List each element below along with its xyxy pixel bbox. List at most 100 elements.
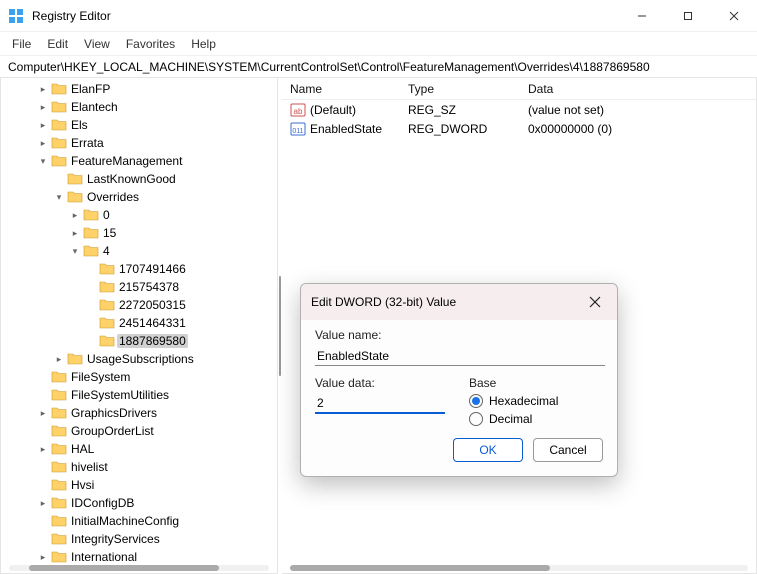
close-button[interactable] <box>711 0 757 32</box>
tree-item[interactable]: ▸0 <box>3 206 277 224</box>
tree-item-label: 0 <box>101 208 112 222</box>
chevron-down-icon[interactable]: ▾ <box>67 246 83 257</box>
tree-item[interactable]: ▾Overrides <box>3 188 277 206</box>
dialog-close-button[interactable] <box>583 290 607 314</box>
list-row[interactable]: ab(Default)REG_SZ(value not set) <box>282 100 756 119</box>
chevron-down-icon[interactable]: ▾ <box>51 192 67 203</box>
value-name-input[interactable] <box>315 346 605 366</box>
tree-item[interactable]: ▸ Elantech <box>3 98 277 116</box>
radio-hexadecimal[interactable]: Hexadecimal <box>469 394 603 408</box>
chevron-right-icon[interactable]: ▸ <box>35 138 51 149</box>
col-data[interactable]: Data <box>520 82 756 96</box>
folder-icon <box>51 513 67 529</box>
menu-favorites[interactable]: Favorites <box>118 35 183 53</box>
menu-view[interactable]: View <box>76 35 118 53</box>
tree-scrollbar-horizontal[interactable] <box>9 565 269 571</box>
tree-item-label: International <box>69 550 139 564</box>
value-name-label: Value name: <box>315 328 603 342</box>
tree-item[interactable]: ▸ IDConfigDB <box>3 494 277 512</box>
chevron-right-icon[interactable]: ▸ <box>35 84 51 95</box>
tree-item[interactable]: ▸ International <box>3 548 277 566</box>
tree-item-label: Errata <box>69 136 106 150</box>
tree-item[interactable]: ▸ Errata <box>3 134 277 152</box>
tree-item[interactable]: GroupOrderList <box>3 422 277 440</box>
tree-item-label: GroupOrderList <box>69 424 156 438</box>
chevron-right-icon[interactable]: ▸ <box>35 120 51 131</box>
tree-item-label: Elantech <box>69 100 120 114</box>
radio-icon <box>469 412 483 426</box>
folder-icon <box>51 549 67 565</box>
ok-button[interactable]: OK <box>453 438 523 462</box>
tree-item[interactable]: ▾ FeatureManagement <box>3 152 277 170</box>
folder-icon <box>51 117 67 133</box>
tree-item[interactable]: ▸ 15 <box>3 224 277 242</box>
col-type[interactable]: Type <box>400 82 520 96</box>
chevron-right-icon[interactable]: ▸ <box>35 408 51 419</box>
dialog-titlebar[interactable]: Edit DWORD (32-bit) Value <box>301 284 617 320</box>
tree-item-label: 15 <box>101 226 118 240</box>
tree-item-label: 2272050315 <box>117 298 188 312</box>
maximize-button[interactable] <box>665 0 711 32</box>
menu-edit[interactable]: Edit <box>39 35 76 53</box>
chevron-right-icon[interactable]: ▸ <box>35 102 51 113</box>
folder-icon <box>83 225 99 241</box>
chevron-right-icon[interactable]: ▸ <box>35 444 51 455</box>
tree-item[interactable]: ▸ HAL <box>3 440 277 458</box>
chevron-down-icon[interactable]: ▾ <box>35 156 51 167</box>
chevron-right-icon[interactable]: ▸ <box>67 228 83 239</box>
tree-item[interactable]: 1707491466 <box>3 260 277 278</box>
tree-item[interactable]: InitialMachineConfig <box>3 512 277 530</box>
folder-icon <box>67 189 83 205</box>
tree-item[interactable]: ▾4 <box>3 242 277 260</box>
tree-item[interactable]: 1887869580 <box>3 332 277 350</box>
folder-icon <box>51 135 67 151</box>
tree-item[interactable]: ▸ GraphicsDrivers <box>3 404 277 422</box>
col-name[interactable]: Name <box>282 82 400 96</box>
dialog-title: Edit DWORD (32-bit) Value <box>311 295 583 309</box>
folder-icon <box>51 81 67 97</box>
folder-icon <box>51 459 67 475</box>
radio-decimal[interactable]: Decimal <box>469 412 603 426</box>
value-data-input[interactable] <box>315 394 445 414</box>
tree-item[interactable]: ▸UsageSubscriptions <box>3 350 277 368</box>
tree-item[interactable]: FileSystemUtilities <box>3 386 277 404</box>
folder-icon <box>51 477 67 493</box>
base-label: Base <box>469 376 603 390</box>
tree-pane[interactable]: ▸ElanFP▸Elantech▸Els▸Errata▾FeatureManag… <box>0 78 278 574</box>
tree-item[interactable]: LastKnownGood <box>3 170 277 188</box>
menu-file[interactable]: File <box>4 35 39 53</box>
folder-icon <box>51 423 67 439</box>
tree-item[interactable]: ▸ElanFP <box>3 80 277 98</box>
list-scrollbar-horizontal[interactable] <box>290 565 748 571</box>
tree-item[interactable]: IntegrityServices <box>3 530 277 548</box>
svg-text:ab: ab <box>294 107 303 116</box>
list-row[interactable]: 011EnabledStateREG_DWORD0x00000000 (0) <box>282 119 756 138</box>
tree-item-label: HAL <box>69 442 96 456</box>
tree-item[interactable]: ▸Els <box>3 116 277 134</box>
chevron-right-icon[interactable]: ▸ <box>51 354 67 365</box>
folder-icon <box>67 171 83 187</box>
cancel-button[interactable]: Cancel <box>533 438 603 462</box>
folder-icon <box>51 387 67 403</box>
chevron-right-icon[interactable]: ▸ <box>67 210 83 221</box>
tree-item[interactable]: hivelist <box>3 458 277 476</box>
chevron-right-icon[interactable]: ▸ <box>35 498 51 509</box>
tree-item-label: GraphicsDrivers <box>69 406 159 420</box>
folder-icon <box>83 243 99 259</box>
menu-help[interactable]: Help <box>183 35 224 53</box>
scroll-thumb[interactable] <box>29 565 219 571</box>
tree-item[interactable]: FileSystem <box>3 368 277 386</box>
tree-item-label: FeatureManagement <box>69 154 184 168</box>
addressbar[interactable]: Computer\HKEY_LOCAL_MACHINE\SYSTEM\Curre… <box>0 56 757 78</box>
chevron-right-icon[interactable]: ▸ <box>35 552 51 563</box>
tree-item[interactable]: 2272050315 <box>3 296 277 314</box>
window-title: Registry Editor <box>32 9 619 23</box>
tree-item[interactable]: 215754378 <box>3 278 277 296</box>
scroll-thumb[interactable] <box>290 565 550 571</box>
folder-icon <box>99 279 115 295</box>
tree-item[interactable]: 2451464331 <box>3 314 277 332</box>
tree-item[interactable]: Hvsi <box>3 476 277 494</box>
minimize-button[interactable] <box>619 0 665 32</box>
tree-item-label: IDConfigDB <box>69 496 136 510</box>
folder-icon <box>51 531 67 547</box>
